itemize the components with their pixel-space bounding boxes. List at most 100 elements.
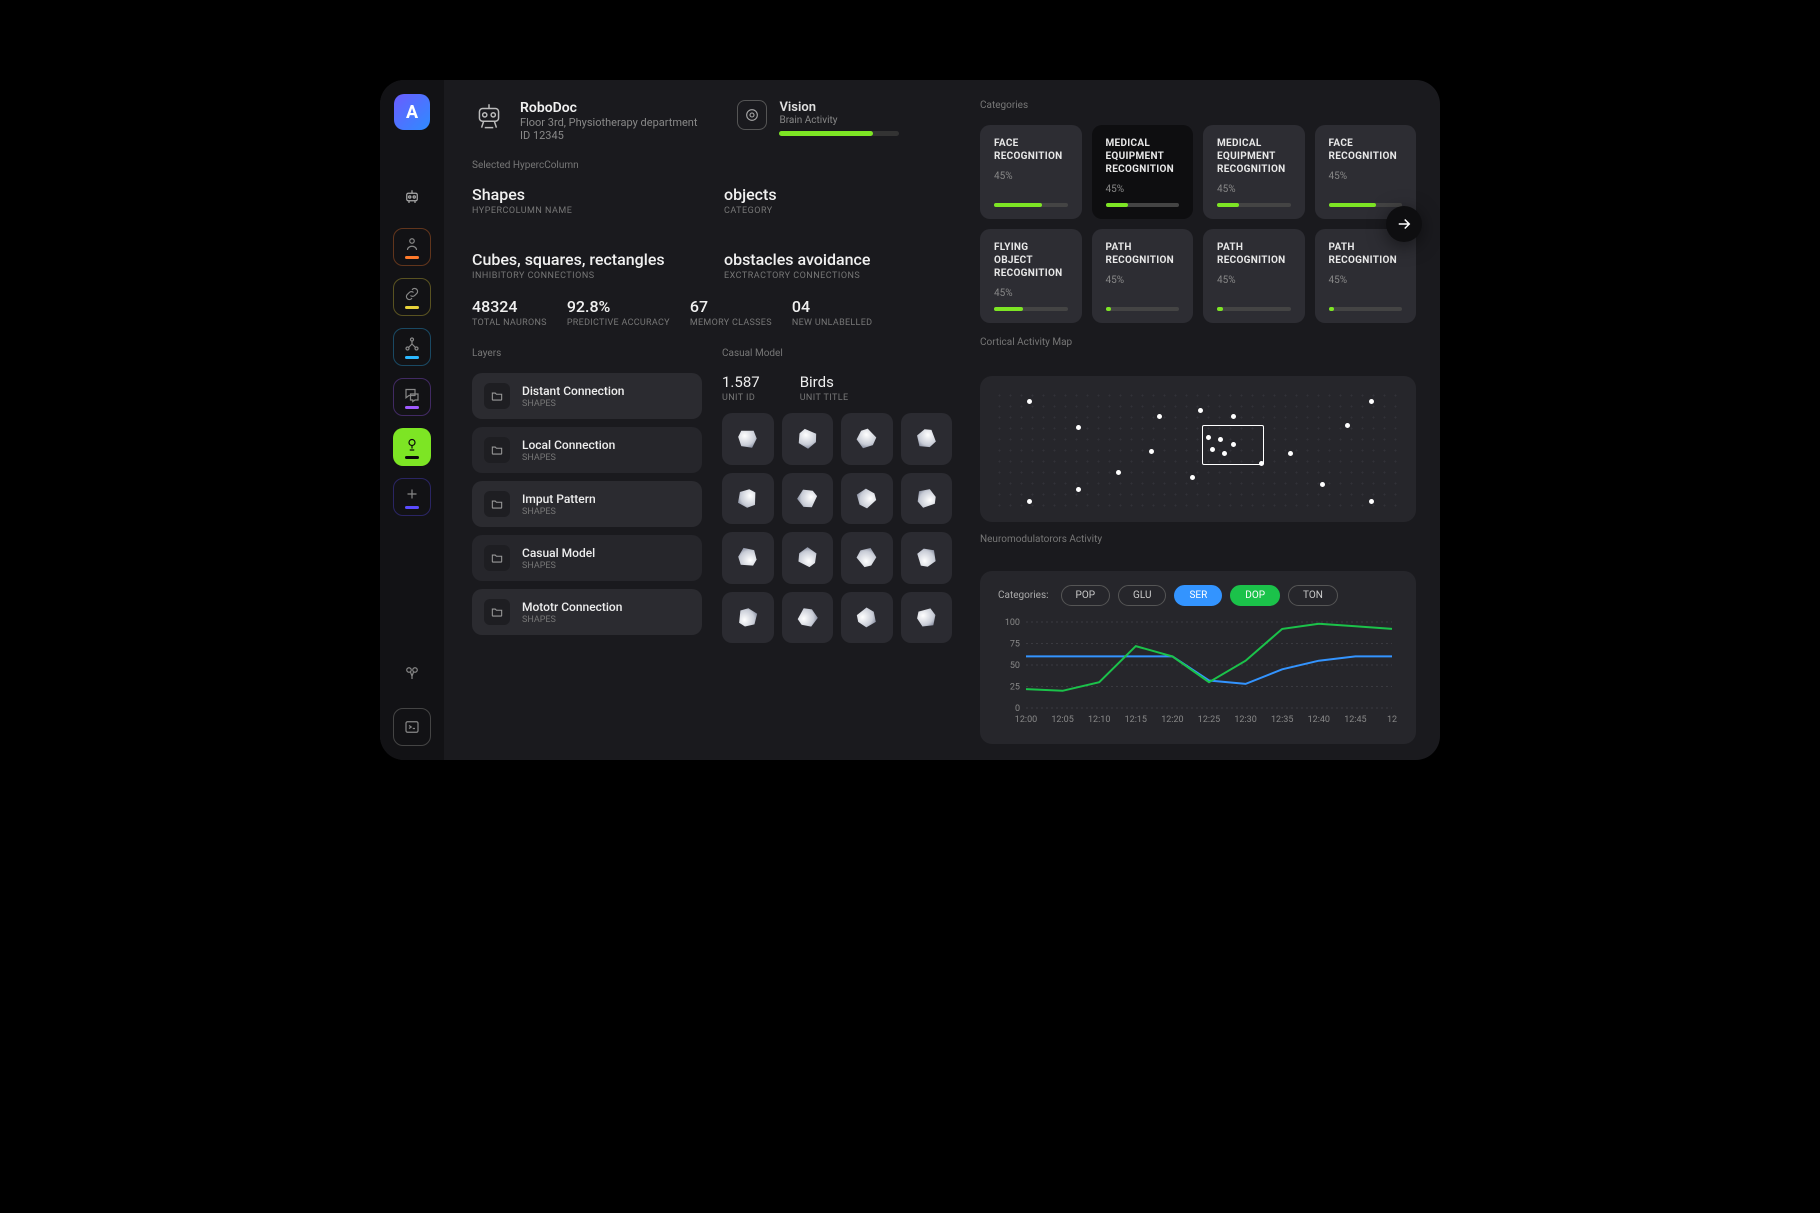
layer-card[interactable]: Mototr ConnectionSHAPES: [472, 589, 702, 635]
model-unit-id: 1.587UNIT ID: [722, 373, 760, 403]
svg-text:12:10: 12:10: [1088, 715, 1110, 725]
model-label: Casual Model: [722, 348, 952, 359]
nav-item-terminal[interactable]: [393, 708, 431, 746]
folder-icon: [484, 383, 510, 409]
vision-block: Vision Brain Activity: [737, 100, 899, 142]
svg-text:100: 100: [1005, 618, 1020, 628]
cube-icon: [911, 542, 942, 573]
model-cell[interactable]: [901, 532, 953, 584]
layer-title: Mototr Connection: [522, 600, 622, 614]
model-cell[interactable]: [841, 413, 893, 465]
chip-ton[interactable]: TON: [1288, 585, 1338, 606]
layer-card[interactable]: Local ConnectionSHAPES: [472, 427, 702, 473]
svg-text:0: 0: [1015, 704, 1020, 714]
category-title: PATH RECOGNITION: [1217, 241, 1291, 267]
chip-pop[interactable]: POP: [1061, 585, 1111, 606]
model-cell[interactable]: [841, 532, 893, 584]
active-dot: [1231, 414, 1236, 419]
model-cell[interactable]: [722, 473, 774, 525]
model-cell[interactable]: [841, 473, 893, 525]
scroll-right-button[interactable]: [1386, 206, 1422, 242]
layers-col: Layers Distant ConnectionSHAPES Local Co…: [472, 348, 702, 744]
model-cell[interactable]: [901, 592, 953, 644]
hypercolumn-label: Selected HypercColumn: [472, 160, 952, 171]
category-card[interactable]: FACE RECOGNITION 45%: [1315, 125, 1417, 219]
info-big: Cubes, squares, rectangles: [472, 250, 700, 269]
model-cell[interactable]: [722, 413, 774, 465]
model-cell[interactable]: [841, 592, 893, 644]
info-small: EXCTRACTORY CONNECTIONS: [724, 271, 952, 281]
info-big: Shapes: [472, 185, 700, 204]
cortical-map[interactable]: [980, 376, 1416, 522]
cube-icon: [911, 602, 942, 633]
nav-item-violet[interactable]: [393, 478, 431, 516]
model-cell[interactable]: [901, 413, 953, 465]
svg-text:25: 25: [1010, 683, 1020, 693]
nav-item-purple[interactable]: [393, 378, 431, 416]
category-card[interactable]: FACE RECOGNITION 45%: [980, 125, 1082, 219]
model-cell[interactable]: [782, 592, 834, 644]
cube-icon: [792, 483, 823, 514]
chip-label: Categories:: [998, 590, 1049, 601]
cube-icon: [792, 542, 823, 573]
nav-item-cyan[interactable]: [393, 328, 431, 366]
doc-text: RoboDoc Floor 3rd, Physiotherapy departm…: [520, 100, 697, 142]
active-dot: [1027, 499, 1032, 504]
chip-glu[interactable]: GLU: [1118, 585, 1166, 606]
info-small: HYPERCOLUMN NAME: [472, 206, 700, 216]
line-chart: 025507510012:0012:0512:1012:1512:2012:25…: [998, 616, 1398, 726]
plus-icon: [403, 485, 421, 503]
chip-dop[interactable]: DOP: [1230, 585, 1280, 606]
model-cell[interactable]: [782, 532, 834, 584]
sidebar: A: [380, 80, 444, 760]
cortical-dots: [994, 390, 1402, 508]
layer-card[interactable]: Imput PatternSHAPES: [472, 481, 702, 527]
vision-icon: [737, 100, 767, 130]
category-bar: [1329, 307, 1403, 311]
active-dot: [1076, 487, 1081, 492]
cube-icon: [732, 542, 763, 573]
doc-subtitle-1: Floor 3rd, Physiotherapy department: [520, 116, 697, 129]
category-card[interactable]: MEDICAL EQUIPMENT RECOGNITION 45%: [1092, 125, 1194, 219]
info-big: objects: [724, 185, 952, 204]
category-percent: 45%: [1217, 184, 1291, 195]
category-card[interactable]: PATH RECOGNITION 45%: [1092, 229, 1194, 323]
category-title: FLYING OBJECT RECOGNITION: [994, 241, 1068, 280]
category-bar: [994, 203, 1068, 207]
category-card[interactable]: MEDICAL EQUIPMENT RECOGNITION 45%: [1203, 125, 1305, 219]
category-bar: [1106, 203, 1180, 207]
neuro-label: Neuromodulatorors Activity: [980, 534, 1416, 545]
chip-ser[interactable]: SER: [1174, 585, 1222, 606]
right-column: Categories FACE RECOGNITION 45% MEDICAL …: [980, 100, 1416, 744]
cube-icon: [851, 542, 882, 573]
category-card[interactable]: PATH RECOGNITION 45%: [1315, 229, 1417, 323]
category-card[interactable]: PATH RECOGNITION 45%: [1203, 229, 1305, 323]
category-percent: 45%: [1329, 171, 1403, 182]
category-card[interactable]: FLYING OBJECT RECOGNITION 45%: [980, 229, 1082, 323]
nav-item-generic[interactable]: [393, 178, 431, 216]
category-percent: 45%: [1106, 275, 1180, 286]
model-cell[interactable]: [782, 473, 834, 525]
app-logo[interactable]: A: [394, 94, 430, 130]
info-big: obstacles avoidance: [724, 250, 952, 269]
svg-text:12:25: 12:25: [1198, 715, 1220, 725]
main: RoboDoc Floor 3rd, Physiotherapy departm…: [444, 80, 1440, 760]
nav: [393, 178, 431, 516]
folder-icon: [484, 437, 510, 463]
model-cell[interactable]: [901, 473, 953, 525]
nav-item-yellow[interactable]: [393, 278, 431, 316]
chat-icon: [403, 385, 421, 403]
nav-item-orange[interactable]: [393, 228, 431, 266]
nav-item-camera[interactable]: [393, 654, 431, 692]
svg-text:12:00: 12:00: [1015, 715, 1037, 725]
nav-item-active[interactable]: [393, 428, 431, 466]
model-cell[interactable]: [782, 413, 834, 465]
cube-icon: [911, 483, 942, 514]
camera-icon: [403, 664, 421, 682]
model-cell[interactable]: [722, 532, 774, 584]
layer-card[interactable]: Casual ModelSHAPES: [472, 535, 702, 581]
layer-card[interactable]: Distant ConnectionSHAPES: [472, 373, 702, 419]
model-cell[interactable]: [722, 592, 774, 644]
layer-title: Imput Pattern: [522, 492, 596, 506]
doc-subtitle-2: ID 12345: [520, 129, 697, 142]
